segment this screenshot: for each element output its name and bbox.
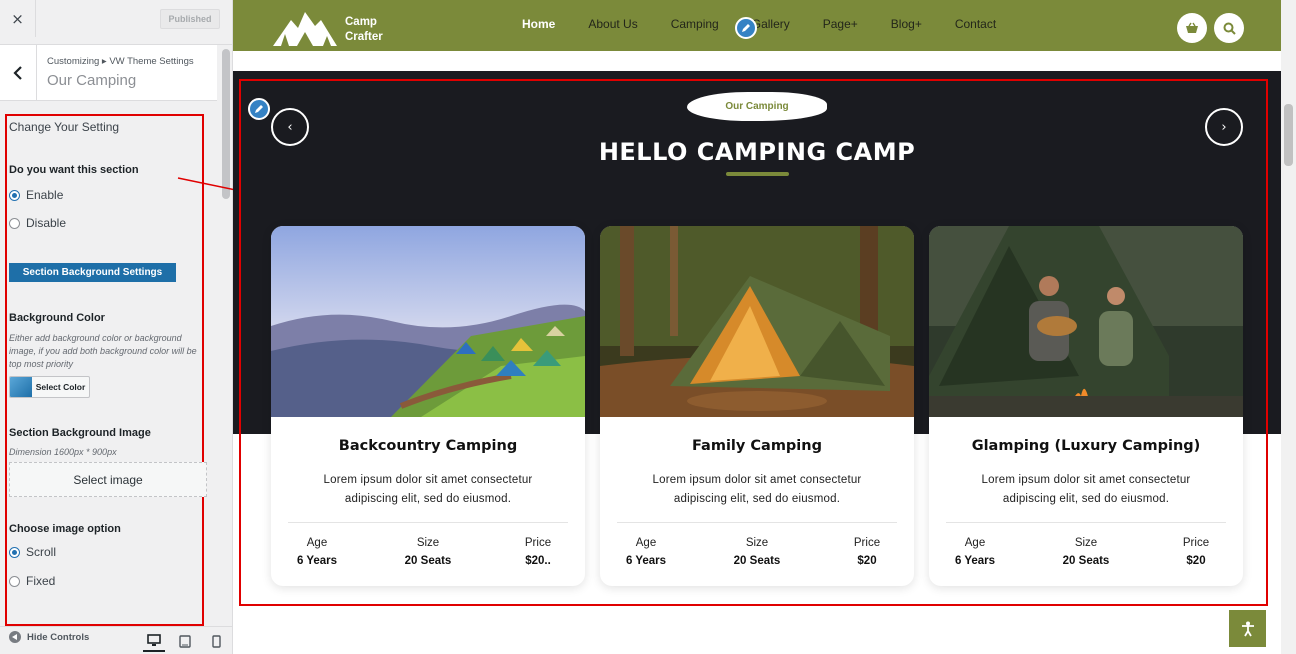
logo-line-2: Crafter: [345, 31, 383, 43]
main-nav: Home About Us Camping Gallery Page+ Blog…: [522, 17, 1029, 31]
fixed-radio[interactable]: [9, 575, 20, 587]
image-option-title: Choose image option: [9, 523, 121, 535]
site-logo-text[interactable]: Camp Crafter: [345, 15, 383, 45]
nav-camping[interactable]: Camping: [671, 17, 719, 31]
published-button[interactable]: Published: [160, 9, 220, 29]
close-customizer-button[interactable]: ×: [0, 0, 36, 37]
background-color-description: Either add background color or backgroun…: [9, 333, 197, 369]
desktop-icon: [147, 633, 161, 646]
preview-scroll-thumb[interactable]: [1284, 104, 1293, 166]
customizer-sidebar: × Published Customizing ▸ VW Theme Setti…: [0, 0, 233, 654]
disable-label: Disable: [26, 216, 67, 230]
nav-home[interactable]: Home: [522, 17, 555, 31]
hide-controls-label: Hide Controls: [27, 631, 90, 643]
select-color-label: Select Color: [35, 382, 86, 392]
background-image-dimension: Dimension 1600px * 900px: [9, 447, 117, 457]
nav-gallery[interactable]: Gallery: [752, 17, 790, 31]
cart-icon: [1186, 22, 1198, 33]
fixed-label: Fixed: [26, 574, 56, 588]
section-background-settings-button[interactable]: Section Background Settings: [9, 263, 176, 282]
panel-header: Customizing ▸ VW Theme Settings Our Camp…: [0, 45, 217, 101]
preview-scrollbar[interactable]: [1281, 0, 1296, 654]
camp-logo-icon[interactable]: [271, 8, 339, 48]
scroll-label: Scroll: [26, 545, 57, 559]
background-image-title: Section Background Image: [9, 427, 151, 439]
chevron-left-icon: [13, 66, 22, 80]
logo-line-1: Camp: [345, 16, 377, 28]
site-preview: Camp Crafter Home About Us Camping Galle…: [233, 0, 1281, 654]
nav-about-us[interactable]: About Us: [588, 17, 637, 31]
settings-heading: Change Your Setting: [9, 120, 120, 134]
sidebar-scrollbar[interactable]: [220, 45, 232, 625]
enable-label: Enable: [26, 188, 64, 202]
desktop-preview-button[interactable]: [143, 630, 165, 652]
select-image-button[interactable]: Select image: [9, 462, 207, 497]
enable-option[interactable]: Enable: [9, 188, 63, 202]
section-toggle-label: Do you want this section: [9, 164, 139, 176]
disable-option[interactable]: Disable: [9, 216, 66, 230]
nav-contact[interactable]: Contact: [955, 17, 996, 31]
search-button[interactable]: [1214, 13, 1244, 43]
edit-shortcut-nav[interactable]: [735, 17, 757, 39]
tablet-preview-button[interactable]: [174, 630, 196, 652]
color-swatch[interactable]: [10, 377, 32, 397]
collapse-icon: [9, 631, 21, 643]
close-icon: ×: [11, 9, 24, 28]
disable-radio[interactable]: [9, 217, 20, 229]
sidebar-topbar: × Published: [0, 0, 232, 45]
scroll-radio[interactable]: [9, 546, 20, 558]
nav-page[interactable]: Page+: [823, 17, 858, 31]
mobile-icon: [211, 634, 221, 648]
fixed-option[interactable]: Fixed: [9, 574, 55, 588]
enable-radio[interactable]: [9, 189, 20, 201]
edit-pencil-icon: [742, 24, 750, 32]
header-divider: [233, 51, 1281, 59]
breadcrumb: Customizing ▸ VW Theme Settings: [47, 56, 194, 67]
mobile-preview-button[interactable]: [205, 630, 227, 652]
highlight-box: [239, 79, 1268, 606]
panel-title: Our Camping: [47, 72, 137, 89]
background-color-title: Background Color: [9, 312, 105, 324]
nav-blog[interactable]: Blog+: [891, 17, 922, 31]
back-button[interactable]: [0, 45, 37, 101]
search-icon: [1223, 22, 1236, 35]
tablet-icon: [179, 634, 191, 648]
accessibility-button[interactable]: [1229, 610, 1266, 647]
scroll-option[interactable]: Scroll: [9, 545, 56, 559]
sidebar-footer: Hide Controls: [0, 626, 232, 654]
accessibility-icon: [1241, 621, 1254, 636]
hide-controls-button[interactable]: Hide Controls: [9, 631, 89, 643]
cart-button[interactable]: [1177, 13, 1207, 43]
select-color-button[interactable]: Select Color: [9, 376, 90, 398]
